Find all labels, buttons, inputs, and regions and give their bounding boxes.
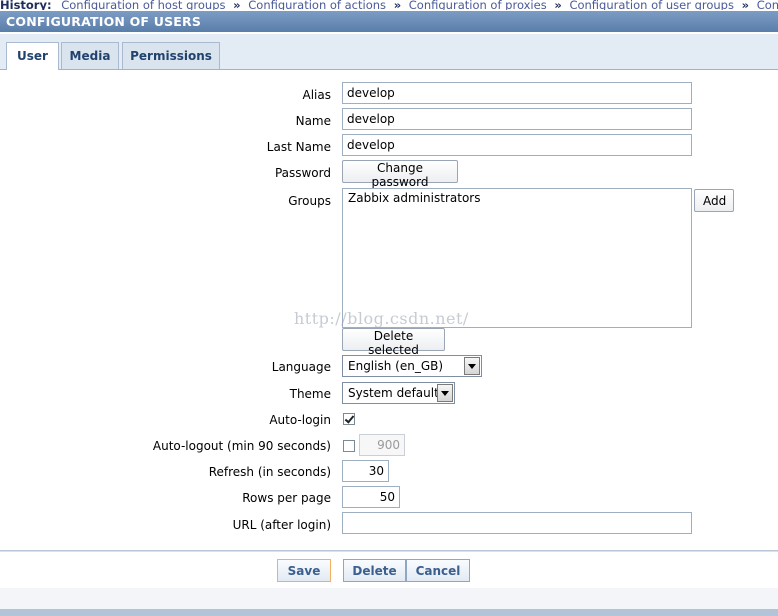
add-group-button[interactable]: Add (694, 189, 734, 212)
auto-login-checkbox[interactable] (343, 413, 355, 425)
auto-logout-input[interactable] (359, 434, 405, 456)
history-link[interactable]: Configuration of user groups (569, 0, 734, 10)
chevron-down-icon (464, 357, 480, 375)
page-title: CONFIGURATION OF USERS (0, 11, 778, 32)
history-label: History: (0, 0, 52, 10)
theme-value: System default (348, 386, 439, 400)
bottom-bar (0, 609, 778, 616)
history-separator: » (393, 0, 402, 10)
tab-user[interactable]: User (6, 42, 59, 70)
url-label: URL (after login) (232, 518, 331, 532)
password-label: Password (274, 166, 331, 180)
url-input[interactable] (342, 512, 692, 534)
theme-select[interactable]: System default (342, 382, 455, 404)
history-breadcrumb: History: Configuration of host groups » … (0, 0, 778, 10)
tab-permissions[interactable]: Permissions (122, 42, 220, 69)
delete-selected-button[interactable]: Delete selected (342, 328, 445, 357)
groups-label: Groups (288, 194, 331, 208)
save-button[interactable]: Save (277, 559, 331, 582)
auto-logout-label: Auto-logout (min 90 seconds) (152, 439, 331, 453)
history-link[interactable]: Configuration of proxies (409, 0, 547, 10)
language-value: English (en_GB) (348, 359, 444, 373)
language-label: Language (271, 360, 331, 374)
last-name-input[interactable] (342, 134, 692, 156)
rows-per-page-input[interactable] (342, 486, 400, 508)
name-label: Name (295, 114, 331, 128)
watermark-text: http://blog.csdn.net/ (294, 309, 469, 328)
auto-logout-checkbox[interactable] (343, 440, 355, 452)
history-separator: » (554, 0, 562, 10)
history-link[interactable]: Configuration of (757, 0, 778, 10)
alias-input[interactable] (342, 82, 692, 104)
last-name-label: Last Name (266, 140, 331, 154)
tab-media[interactable]: Media (61, 42, 119, 69)
form-footer: Save Delete Cancel (0, 551, 778, 589)
theme-label: Theme (289, 387, 331, 401)
auto-login-label: Auto-login (269, 413, 331, 427)
history-separator: » (233, 0, 241, 10)
cancel-button[interactable]: Cancel (406, 559, 470, 582)
rows-per-page-label: Rows per page (242, 491, 331, 505)
change-password-button[interactable]: Change password (342, 160, 458, 189)
history-link[interactable]: Configuration of actions (248, 0, 386, 10)
groups-list-item[interactable]: Zabbix administrators (343, 189, 691, 207)
alias-label: Alias (302, 88, 331, 102)
tab-strip: User Media Permissions (0, 34, 778, 70)
history-link[interactable]: Configuration of host groups (61, 0, 225, 10)
refresh-label: Refresh (in seconds) (208, 465, 331, 479)
chevron-down-icon (437, 384, 453, 402)
language-select[interactable]: English (en_GB) (342, 355, 482, 377)
history-separator: » (741, 0, 750, 10)
groups-listbox[interactable]: Zabbix administrators (342, 188, 692, 328)
name-input[interactable] (342, 108, 692, 130)
delete-button[interactable]: Delete (343, 559, 406, 582)
refresh-input[interactable] (342, 460, 389, 482)
